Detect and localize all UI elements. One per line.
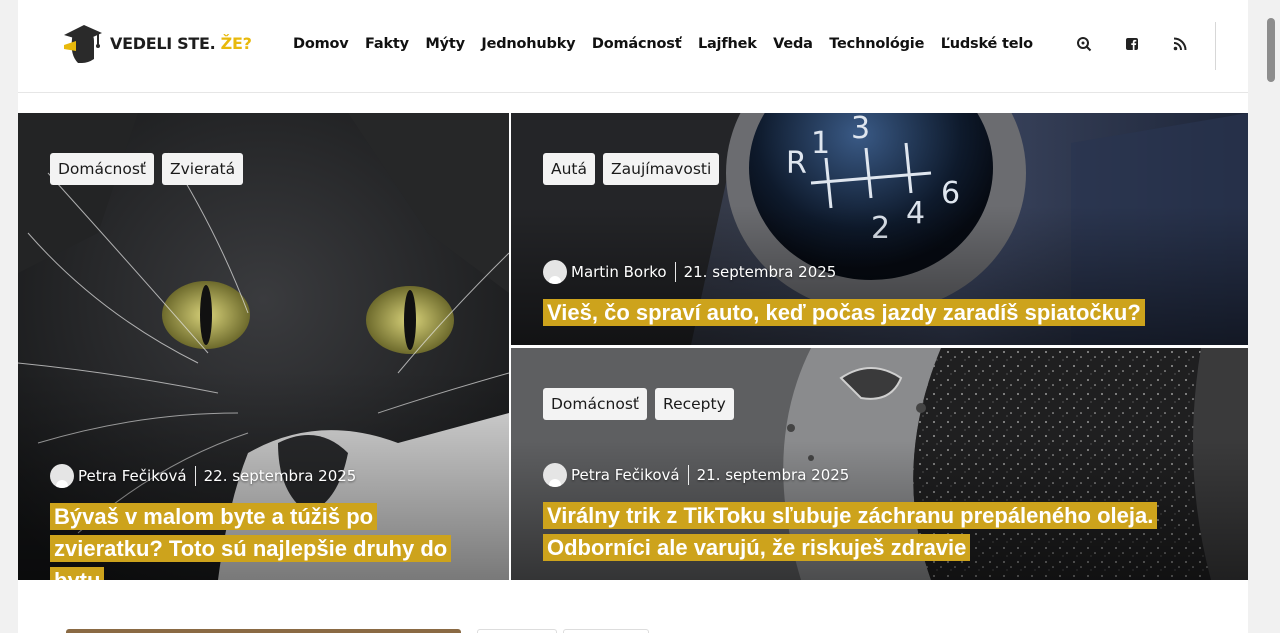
nav-item-veda[interactable]: Veda [773,36,813,52]
header-icons [1076,36,1220,52]
nav-item-myty[interactable]: Mýty [425,36,465,52]
author-avatar [50,464,74,488]
tag-link[interactable]: Domácnosť [543,388,647,420]
next-tag-peek [477,629,557,633]
header-divider [1215,22,1216,70]
nav-item-ludske-telo[interactable]: Ľudské telo [941,36,1033,52]
article-tags: Domácnosť Zvieratá [50,153,244,185]
author-avatar [543,260,567,284]
logo-text: VEDELI STE. ŽE? [110,33,252,53]
nav-item-domacnost[interactable]: Domácnosť [592,36,682,52]
author-avatar [543,463,567,487]
article-meta: Petra Fečiková 21. septembra 2025 [543,463,849,487]
site-logo[interactable]: VEDELI STE. ŽE? [58,19,252,67]
tag-link[interactable]: Zaujímavosti [603,153,720,185]
scrollbar[interactable] [1262,0,1280,633]
tag-link[interactable]: Autá [543,153,596,185]
next-article-image-peek [66,629,461,633]
article-title[interactable]: Vieš, čo spraví auto, keď počas jazdy za… [543,297,1223,329]
featured-article-3[interactable]: Domácnosť Recepty Petra Fečiková 21. sep… [511,348,1248,580]
tag-link[interactable]: Zvieratá [162,153,244,185]
author-name[interactable]: Petra Fečiková [571,466,680,484]
article-meta: Martin Borko 21. septembra 2025 [543,260,836,284]
page: VEDELI STE. ŽE? Domov Fakty Mýty Jednohu… [18,0,1248,633]
scrollbar-thumb[interactable] [1267,18,1275,82]
publish-date: 22. septembra 2025 [203,467,357,485]
next-tag-peek [563,629,649,633]
main-nav: Domov Fakty Mýty Jednohubky Domácnosť La… [293,36,1049,52]
article-title[interactable]: Virálny trik z TikToku sľubuje záchranu … [543,500,1203,564]
tag-link[interactable]: Domácnosť [50,153,154,185]
article-tags: Domácnosť Recepty [543,388,734,420]
author-name[interactable]: Martin Borko [571,263,667,281]
nav-item-domov[interactable]: Domov [293,36,349,52]
facebook-icon[interactable] [1124,36,1140,52]
tag-link[interactable]: Recepty [655,388,734,420]
nav-item-lajfhek[interactable]: Lajfhek [698,36,757,52]
nav-item-jednohubky[interactable]: Jednohubky [481,36,575,52]
article-tags: Autá Zaujímavosti [543,153,720,185]
featured-article-1[interactable]: Domácnosť Zvieratá Petra Fečiková 22. se… [18,113,509,580]
article-title[interactable]: Bývaš v malom byte a túžiš po zvieratku?… [50,501,470,580]
nav-item-technologie[interactable]: Technológie [829,36,924,52]
site-header: VEDELI STE. ŽE? Domov Fakty Mýty Jednohu… [18,0,1248,93]
author-name[interactable]: Petra Fečiková [78,467,187,485]
publish-date: 21. septembra 2025 [683,263,837,281]
publish-date: 21. septembra 2025 [696,466,850,484]
nav-item-fakty[interactable]: Fakty [365,36,409,52]
featured-article-2[interactable]: R13 246 Autá Zaujímavosti Martin Borko 2… [511,113,1248,345]
article-meta: Petra Fečiková 22. septembra 2025 [50,464,356,488]
search-icon[interactable] [1076,36,1092,52]
graduate-logo-icon [64,25,102,63]
rss-icon[interactable] [1172,36,1188,52]
